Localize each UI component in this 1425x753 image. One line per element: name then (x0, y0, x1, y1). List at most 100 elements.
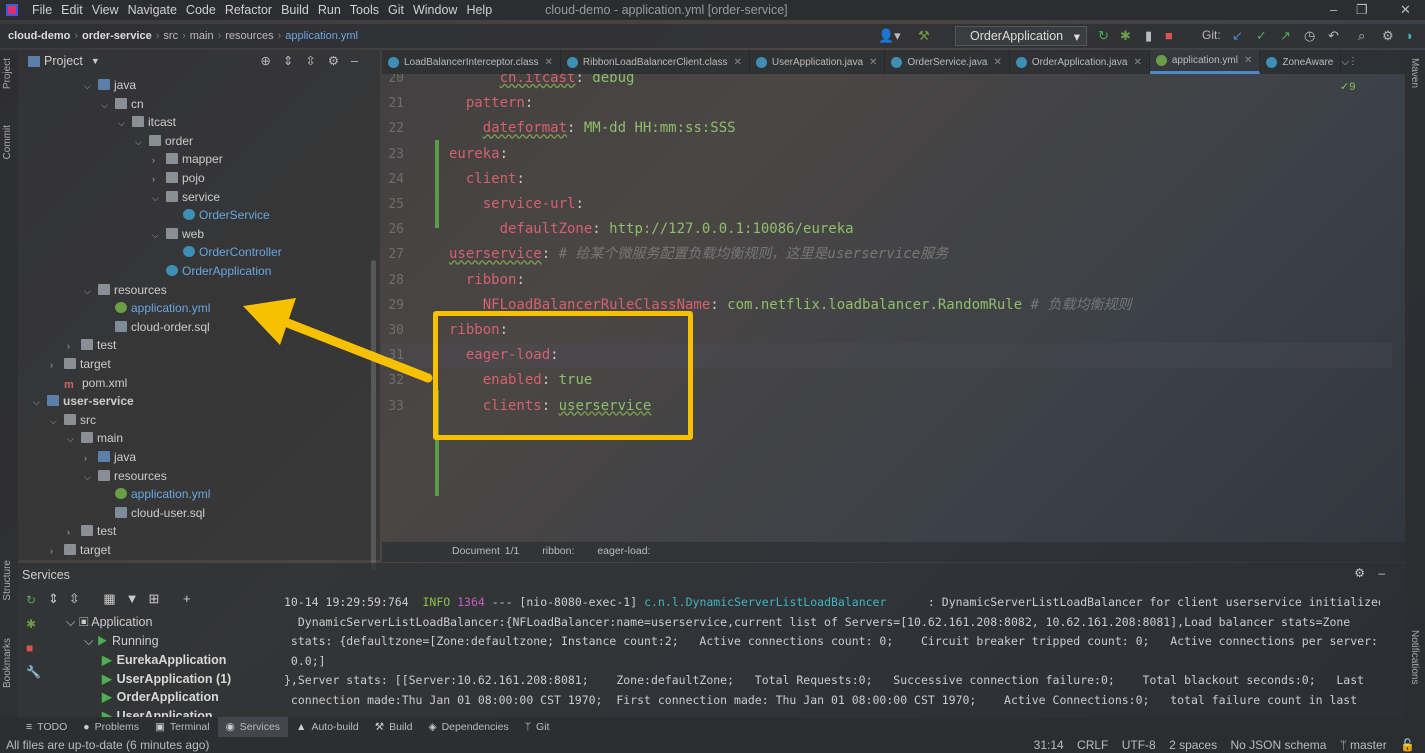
chevron-right-icon[interactable]: › (50, 542, 64, 560)
tree-item[interactable]: ⌵ order (18, 132, 370, 150)
tree-item[interactable]: ⌵ cn (18, 95, 370, 113)
tab-orderservice-java[interactable]: OrderService.java ✕ (885, 50, 1010, 74)
rollback-icon[interactable]: ↶ (1328, 28, 1339, 44)
chevron-down-icon[interactable]: ⌵ (84, 77, 98, 95)
code-line[interactable]: 28 ribbon: (382, 268, 1392, 293)
debug-icon[interactable]: ✱ (1120, 28, 1131, 44)
commit-tool-button[interactable]: Commit (2, 125, 13, 159)
json-schema[interactable]: No JSON schema (1230, 738, 1326, 752)
code-line[interactable]: 25 service-url: (382, 192, 1392, 217)
tree-item[interactable]: › mapper (18, 150, 370, 168)
chevron-down-icon[interactable]: ⌵ (67, 430, 81, 448)
stop-icon[interactable]: ■ (26, 641, 33, 655)
chevron-down-icon[interactable]: ⌵ (152, 189, 166, 207)
build-hammer-icon[interactable]: ⚒ (918, 28, 930, 44)
breadcrumb-item[interactable]: src (163, 30, 178, 42)
lock-icon[interactable]: 🔓 (1400, 738, 1415, 752)
file-encoding[interactable]: UTF-8 (1122, 738, 1156, 752)
tree-item[interactable]: application.yml (18, 299, 370, 317)
git-commit-icon[interactable]: ✓ (1256, 28, 1267, 44)
tree-item[interactable]: ⌵ web (18, 225, 370, 243)
tree-item[interactable]: › test (18, 522, 370, 540)
chevron-down-icon[interactable]: ⌵ (84, 282, 98, 300)
close-tab-icon[interactable]: ✕ (869, 57, 877, 68)
breadcrumb-item[interactable]: resources (225, 30, 273, 42)
tab-orderapplication-java[interactable]: OrderApplication.java ✕ (1010, 50, 1150, 74)
menu-tools[interactable]: Tools (350, 3, 379, 17)
maven-tool-button[interactable]: Maven (1409, 58, 1420, 88)
tool-tab-build[interactable]: ⚒ Build (367, 717, 421, 737)
run-configuration-select[interactable]: OrderApplication ▾ (955, 26, 1087, 46)
tree-item[interactable]: ⌵ user-service (18, 392, 370, 410)
chevron-right-icon[interactable]: › (50, 356, 64, 374)
service-item[interactable]: ▶ EurekaApplication (102, 652, 226, 667)
close-tab-icon[interactable]: ✕ (1244, 55, 1252, 66)
stop-icon[interactable]: ■ (1165, 28, 1173, 43)
wrench-icon[interactable]: 🔧 (26, 665, 41, 679)
menu-git[interactable]: Git (388, 3, 404, 17)
chevron-right-icon[interactable]: › (152, 170, 166, 188)
caret-position[interactable]: 31:14 (1034, 738, 1064, 752)
git-push-icon[interactable]: ↗ (1280, 28, 1291, 44)
menu-build[interactable]: Build (281, 3, 309, 17)
settings-gear-icon[interactable]: ⚙ (1382, 28, 1394, 44)
tree-item[interactable]: cloud-user.sql (18, 504, 370, 522)
refresh-icon[interactable]: ↻ (26, 593, 36, 607)
editor-crumb[interactable]: ribbon: (542, 545, 574, 557)
chevron-right-icon[interactable]: › (152, 151, 166, 169)
plugin-icon[interactable]: ◗ (1406, 28, 1414, 43)
tool-tab-problems[interactable]: ● Problems (75, 717, 147, 737)
git-update-icon[interactable]: ↙ (1232, 28, 1243, 44)
bookmarks-tool-button[interactable]: Bookmarks (2, 638, 13, 688)
chevron-down-icon[interactable]: ⌵ (101, 96, 115, 114)
editor-crumb[interactable]: eager-load: (597, 545, 650, 557)
chevron-down-icon[interactable]: ⌵ (135, 133, 149, 151)
minimize-button[interactable]: – (1330, 2, 1337, 17)
tool-tab-git[interactable]: ᛘ Git (517, 717, 558, 737)
indent-setting[interactable]: 2 spaces (1169, 738, 1217, 752)
tree-item[interactable]: › test (18, 336, 370, 354)
maximize-button[interactable]: ❐ (1356, 2, 1368, 18)
tree-item[interactable]: OrderApplication (18, 262, 370, 280)
chevron-down-icon[interactable]: ⌵ (33, 393, 47, 411)
code-line[interactable]: 22 dateformat: MM-dd HH:mm:ss:SSS (382, 116, 1392, 141)
code-line[interactable]: 23 eureka: (382, 142, 1392, 167)
tab-application-yml[interactable]: application.yml ✕ (1149, 50, 1261, 74)
service-item[interactable]: ⌵ ▶ Running (84, 634, 159, 649)
rerun-icon[interactable]: ↻ (1098, 28, 1109, 44)
breadcrumb-item[interactable]: main (190, 30, 214, 42)
menu-file[interactable]: File (32, 3, 52, 17)
code-line[interactable]: 21 pattern: (382, 91, 1392, 116)
tab-ribbonloadbalancerclient-class[interactable]: RibbonLoadBalancerClient.class ✕ (561, 50, 750, 74)
close-tab-icon[interactable]: ✕ (733, 57, 741, 68)
chevron-down-icon[interactable]: ⌵ (84, 634, 97, 648)
tree-item[interactable]: m pom.xml (18, 374, 370, 392)
console-output[interactable]: 10-14 19:29:59:764 INFO 1364 --- [nio-80… (280, 585, 1380, 717)
tab-userapplication-java[interactable]: UserApplication.java ✕ (750, 50, 886, 74)
project-toolbar[interactable]: ⊕⇕⇳⚙– (260, 53, 370, 68)
code-line[interactable]: 27 userservice: # 给某个微服务配置负载均衡规则，这里是users… (382, 242, 1392, 267)
tab-list-chevron-icon[interactable]: ⌵ ⋮ (1341, 57, 1354, 68)
tab-zoneaware[interactable]: ZoneAware (1260, 50, 1342, 74)
history-icon[interactable]: ◷ (1304, 28, 1315, 44)
close-tab-icon[interactable]: ✕ (545, 57, 553, 68)
notifications-tool-button[interactable]: Notifications (1409, 630, 1420, 684)
project-tool-button[interactable]: Project (2, 58, 13, 89)
tree-item[interactable]: ⌵ itcast (18, 113, 370, 131)
tree-item[interactable]: ⌵ resources (18, 467, 370, 485)
services-toolbar[interactable]: ⇕⇳ ▦▼⊞ + (48, 591, 201, 607)
structure-tool-button[interactable]: Structure (2, 560, 13, 601)
tool-tab-dependencies[interactable]: ◈ Dependencies (421, 717, 517, 737)
breadcrumb-item[interactable]: application.yml (285, 30, 358, 42)
code-editor[interactable]: 20 cn.itcast: debug 21 pattern: 22 datefor… (382, 74, 1405, 542)
tool-tab-todo[interactable]: ≡ TODO (18, 717, 75, 737)
chevron-right-icon[interactable]: › (67, 337, 81, 355)
tree-item[interactable]: › java (18, 448, 370, 466)
close-tab-icon[interactable]: ✕ (1133, 57, 1141, 68)
tree-item[interactable]: ⌵ resources (18, 281, 370, 299)
service-item[interactable]: ▶ UserApplication (1) (102, 671, 231, 686)
chevron-down-icon[interactable]: ⌵ (66, 615, 79, 629)
tree-item[interactable]: cloud-order.sql (18, 318, 370, 336)
menu-code[interactable]: Code (186, 3, 216, 17)
close-button[interactable]: ✕ (1400, 2, 1411, 18)
